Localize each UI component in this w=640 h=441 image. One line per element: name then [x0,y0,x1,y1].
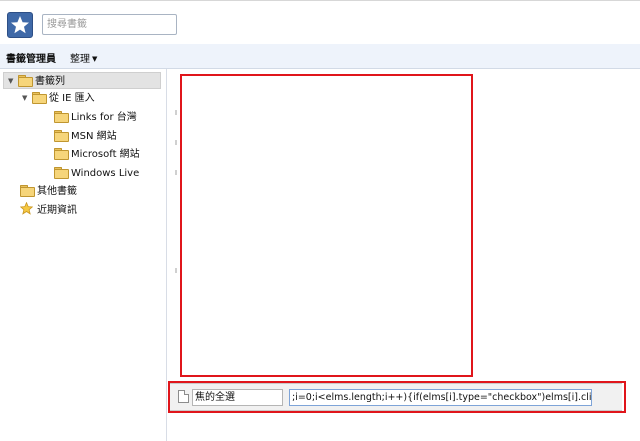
folder-icon [20,185,35,197]
folder-icon [54,148,69,160]
tree-item-label: 近期資訊 [37,205,77,216]
star-icon [19,201,34,221]
highlight-box-edit-row [168,381,626,413]
manager-toolbar: 書籤管理員 整理 ▼ [0,44,640,69]
tree-item-label: 從 IE 匯入 [49,93,95,104]
tree-item-label: 書籤列 [35,76,65,87]
folder-open-icon [18,75,33,87]
tree-item-label: Links for 台灣 [71,112,137,123]
tree-item-other-bookmarks[interactable]: 其他書籤 [20,183,77,200]
folder-icon [54,167,69,179]
tree-item-label: 其他書籤 [37,186,77,197]
tree-item-imported-ie[interactable]: ▼ 從 IE 匯入 [22,90,95,107]
tree-item-msn[interactable]: MSN 網站 [54,128,117,145]
highlight-box-list [180,74,473,377]
tree-item-bookmarks-bar[interactable]: ▼ 書籤列 [3,72,161,89]
tree-item-label: Windows Live [71,168,140,179]
tree-item-links[interactable]: Links for 台灣 [54,109,137,126]
chevron-down-icon: ▼ [92,55,98,63]
tree-item-recent[interactable]: 近期資訊 [19,201,77,221]
tree-item-label: Microsoft 網站 [71,149,140,160]
folder-icon [54,111,69,123]
organize-label: 整理 [70,54,90,65]
manager-title: 書籤管理員 [6,54,56,65]
top-bar [0,0,640,44]
tree-item-microsoft[interactable]: Microsoft 網站 [54,146,140,163]
folder-open-icon [32,92,47,104]
expand-triangle-icon[interactable]: ▼ [22,90,32,107]
list-edge-marks [175,100,178,380]
search-input[interactable] [42,14,177,35]
folder-icon [54,130,69,142]
expand-triangle-icon[interactable]: ▼ [8,73,18,90]
tree-item-label: MSN 網站 [71,131,117,142]
tree-item-windows-live[interactable]: Windows Live [54,165,139,182]
bookmark-star-logo-icon [7,12,33,38]
organize-menu-button[interactable]: 整理 ▼ [70,50,97,65]
folder-tree: ▼ 書籤列 ▼ 從 IE 匯入 Links for 台灣 MSN 網站 Micros… [0,69,167,441]
